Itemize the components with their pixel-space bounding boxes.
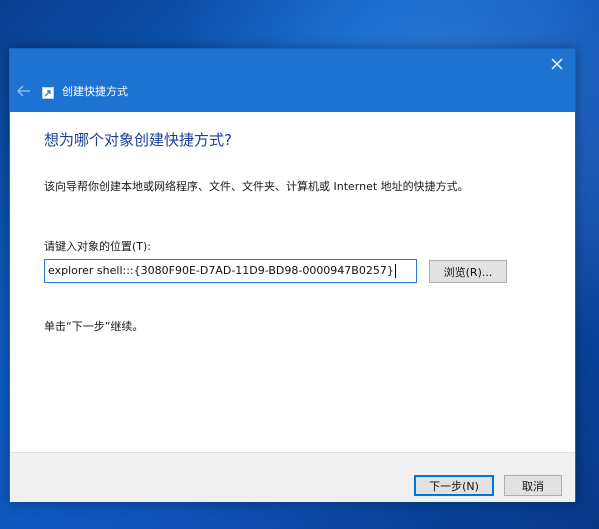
- back-button[interactable]: [16, 83, 32, 99]
- cancel-button[interactable]: 取消: [504, 475, 562, 496]
- location-label: 请键入对象的位置(T):: [44, 240, 152, 253]
- title-bar: 创建快捷方式: [10, 49, 575, 112]
- close-icon: [551, 55, 563, 74]
- window-title: 创建快捷方式: [62, 85, 128, 98]
- shortcut-icon: [42, 87, 54, 99]
- text-caret: [394, 264, 396, 278]
- dialog-footer: 下一步(N) 取消: [10, 452, 575, 502]
- wizard-content: 想为哪个对象创建快捷方式? 该向导帮你创建本地或网络程序、文件、文件夹、计算机或…: [10, 112, 575, 452]
- location-input[interactable]: explorer shell:::{3080F90E-D7AD-11D9-BD9…: [44, 259, 417, 283]
- close-button[interactable]: [545, 53, 569, 75]
- continue-hint: 单击“下一步”继续。: [44, 320, 144, 333]
- next-button[interactable]: 下一步(N): [414, 475, 494, 496]
- browse-button[interactable]: 浏览(R)...: [429, 260, 507, 283]
- page-heading: 想为哪个对象创建快捷方式?: [44, 131, 232, 149]
- wizard-description: 该向导帮你创建本地或网络程序、文件、文件夹、计算机或 Internet 地址的快…: [44, 180, 469, 193]
- location-input-value: explorer shell:::{3080F90E-D7AD-11D9-BD9…: [48, 264, 394, 277]
- back-arrow-icon: [17, 82, 31, 101]
- create-shortcut-dialog: 创建快捷方式 想为哪个对象创建快捷方式? 该向导帮你创建本地或网络程序、文件、文…: [9, 48, 576, 502]
